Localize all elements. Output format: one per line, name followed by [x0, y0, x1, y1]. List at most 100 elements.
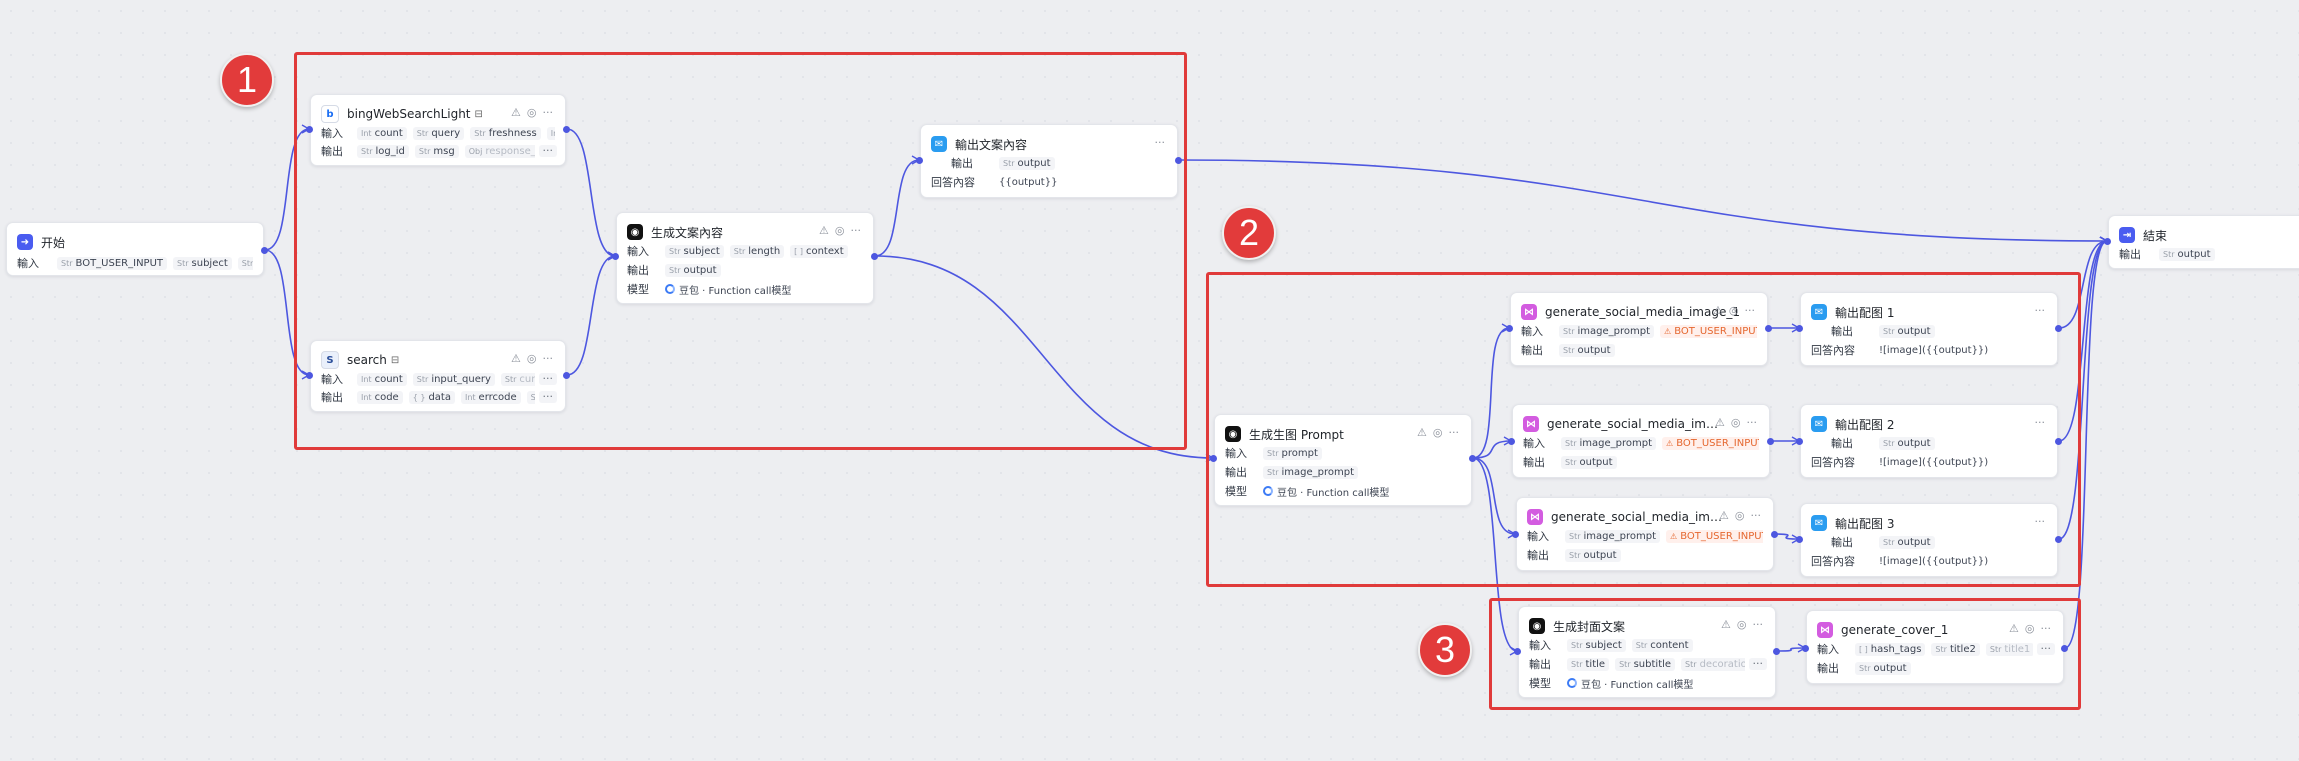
- more-icon[interactable]: ···: [1449, 425, 1460, 441]
- more-icon[interactable]: ···: [1747, 415, 1758, 431]
- input-port[interactable]: [916, 157, 923, 164]
- more-icon[interactable]: ···: [543, 105, 554, 121]
- output-port[interactable]: [261, 247, 268, 254]
- input-port[interactable]: [1796, 438, 1803, 445]
- more-icon[interactable]: ···: [1753, 617, 1764, 633]
- more-icon[interactable]: ···: [1751, 508, 1762, 524]
- more-outputs-button[interactable]: ···: [538, 145, 557, 157]
- run-icon[interactable]: ◎: [835, 223, 845, 239]
- run-icon[interactable]: ◎: [1729, 303, 1739, 319]
- node-generate-social-media-image-2[interactable]: ⋈generate_social_media_image_1··· ⚠◎··· …: [1512, 404, 1770, 478]
- edge-outimg2-end[interactable]: [2058, 240, 2108, 442]
- more-icon[interactable]: ···: [2041, 621, 2052, 637]
- node-bing-web-search-light[interactable]: b bingWebSearchLight ⊟ ⚠ ◎ ··· 輸入 Int count S…: [310, 94, 566, 166]
- output-port[interactable]: [1765, 325, 1772, 332]
- edge-genprompt-img2[interactable]: [1472, 440, 1512, 459]
- debug-icon[interactable]: ⚠: [511, 105, 521, 121]
- output-port[interactable]: [1175, 157, 1182, 164]
- debug-icon[interactable]: ⚠: [1715, 415, 1725, 431]
- node-title: 生成生图 Prompt: [1249, 427, 1344, 442]
- edge-gencopy-genprompt[interactable]: [874, 255, 1214, 459]
- node-output-image-2[interactable]: ✉ 輸出配图 2 ··· 輸出 Str output 回答內容 ![image]({{…: [1800, 404, 2058, 478]
- more-icon[interactable]: ···: [851, 223, 862, 239]
- output-port[interactable]: [1767, 438, 1774, 445]
- input-port[interactable]: [1508, 438, 1515, 445]
- output-port[interactable]: [1771, 531, 1778, 538]
- node-search[interactable]: Ssearch ⊟ ⚠ ◎ ··· 輸入 Int count Str input_quer…: [310, 340, 566, 412]
- node-output-copy[interactable]: ✉ 輸出文案內容 ··· 輸出 Str output 回答內容 {{output}}: [920, 124, 1178, 198]
- input-port[interactable]: [1802, 645, 1809, 652]
- node-generate-image-prompt[interactable]: ◉ 生成生图 Prompt ⚠ ◎ ··· 輸入 Str prompt 輸出 Str im…: [1214, 414, 1472, 506]
- edge-outimg3-end[interactable]: [2058, 240, 2108, 540]
- input-port[interactable]: [2104, 238, 2111, 245]
- node-generate-cover-copy[interactable]: ◉ 生成封面文案 ⚠ ◎ ··· 輸入 Str subject Str content 輸…: [1518, 606, 1776, 698]
- edge-genprompt-covercopy[interactable]: [1472, 457, 1518, 652]
- input-port[interactable]: [306, 126, 313, 133]
- node-start[interactable]: ➜开始 輸入 StrBOT_USER_INPUT Strsubject Strl…: [6, 222, 264, 276]
- workflow-icon: ⋈: [1817, 622, 1833, 638]
- more-inputs-button[interactable]: ···: [538, 373, 557, 385]
- debug-icon[interactable]: ⚠: [819, 223, 829, 239]
- input-port[interactable]: [1796, 536, 1803, 543]
- run-icon[interactable]: ◎: [1433, 425, 1443, 441]
- input-port[interactable]: [1514, 648, 1521, 655]
- output-port[interactable]: [2055, 438, 2062, 445]
- input-port[interactable]: [306, 372, 313, 379]
- input-port[interactable]: [612, 253, 619, 260]
- more-icon[interactable]: ···: [2035, 303, 2046, 319]
- edge-outimg1-end[interactable]: [2058, 240, 2108, 329]
- more-inputs-button[interactable]: ···: [2036, 643, 2055, 655]
- more-outputs-button[interactable]: ···: [538, 391, 557, 403]
- edge-covercopy-cover[interactable]: [1776, 647, 1806, 652]
- node-generate-copy[interactable]: ◉ 生成文案內容 ⚠ ◎ ··· 輸入 Str subject Str length [ …: [616, 212, 874, 304]
- node-output-image-3[interactable]: ✉ 輸出配图 3 ··· 輸出 Str output 回答內容 ![image]({{…: [1800, 503, 2058, 577]
- run-icon[interactable]: ◎: [2025, 621, 2035, 637]
- edge-genprompt-img1[interactable]: [1472, 327, 1510, 459]
- edge-start-bing[interactable]: [264, 128, 310, 251]
- message-icon: ✉: [1811, 304, 1827, 320]
- run-icon[interactable]: ◎: [1735, 508, 1745, 524]
- run-icon[interactable]: ◎: [1731, 415, 1741, 431]
- output-port[interactable]: [2061, 645, 2068, 652]
- debug-icon[interactable]: ⚠: [511, 351, 521, 367]
- edge-start-search[interactable]: [264, 249, 310, 376]
- node-generate-social-media-image-3[interactable]: ⋈generate_social_media_image_1··· ⚠◎··· …: [1516, 497, 1774, 571]
- node-title: search: [347, 353, 387, 367]
- debug-icon[interactable]: ⚠: [1713, 303, 1723, 319]
- debug-icon[interactable]: ⚠: [1721, 617, 1731, 633]
- output-port[interactable]: [563, 372, 570, 379]
- output-port[interactable]: [1773, 648, 1780, 655]
- run-icon[interactable]: ◎: [527, 105, 537, 121]
- edge-cover-end[interactable]: [2064, 240, 2108, 649]
- input-port[interactable]: [1512, 531, 1519, 538]
- more-icon[interactable]: ···: [1745, 303, 1756, 319]
- node-title: 生成封面文案: [1553, 619, 1626, 634]
- run-icon[interactable]: ◎: [1737, 617, 1747, 633]
- debug-icon[interactable]: ⚠: [2009, 621, 2019, 637]
- edge-search-gencopy[interactable]: [566, 255, 616, 376]
- more-icon[interactable]: ···: [1155, 135, 1166, 151]
- node-output-image-1[interactable]: ✉ 輸出配图 1 ··· 輸出 Str output 回答內容 ![image]({{…: [1800, 292, 2058, 366]
- output-port[interactable]: [2055, 536, 2062, 543]
- more-icon[interactable]: ···: [2035, 415, 2046, 431]
- node-generate-social-media-image-1[interactable]: ⋈ generate_social_media_image_1 ⚠ ◎ ··· 輸入 …: [1510, 292, 1768, 366]
- edge-bing-gencopy[interactable]: [566, 128, 616, 257]
- run-icon[interactable]: ◎: [527, 351, 537, 367]
- node-generate-cover-1[interactable]: ⋈ generate_cover_1 ⚠ ◎ ··· 輸入 [ ] hash_tags …: [1806, 610, 2064, 684]
- debug-icon[interactable]: ⚠: [1417, 425, 1427, 441]
- edge-gencopy-outcopy[interactable]: [874, 159, 920, 257]
- input-port[interactable]: [1210, 455, 1217, 462]
- node-end[interactable]: ⇥ 結束 輸出 Str output: [2108, 215, 2299, 269]
- input-port[interactable]: [1796, 325, 1803, 332]
- input-port[interactable]: [1506, 325, 1513, 332]
- more-icon[interactable]: ···: [2035, 514, 2046, 530]
- more-outputs-button[interactable]: ···: [1748, 658, 1767, 670]
- output-port[interactable]: [871, 253, 878, 260]
- debug-icon[interactable]: ⚠: [1719, 508, 1729, 524]
- edge-genprompt-img3[interactable]: [1472, 457, 1516, 535]
- output-port[interactable]: [563, 126, 570, 133]
- output-port[interactable]: [2055, 325, 2062, 332]
- output-port[interactable]: [1469, 455, 1476, 462]
- edge-outcopy-end[interactable]: [1178, 159, 2108, 242]
- more-icon[interactable]: ···: [543, 351, 554, 367]
